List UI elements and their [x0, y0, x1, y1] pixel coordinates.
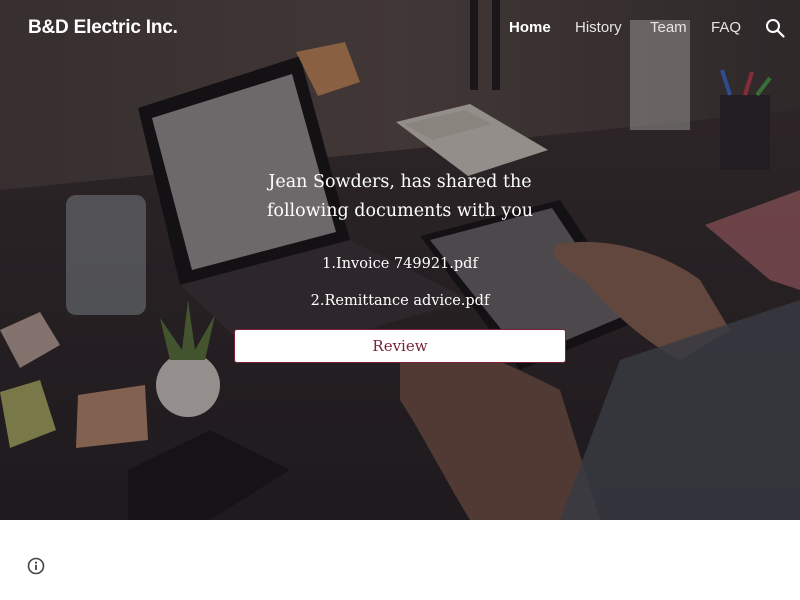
nav-link-team[interactable]: Team	[650, 19, 687, 36]
nav-link-home[interactable]: Home	[509, 19, 551, 36]
info-icon	[27, 557, 45, 575]
document-item-remittance: 2.Remittance advice.pdf	[310, 293, 490, 309]
nav-link-history[interactable]: History	[575, 19, 622, 36]
document-list: 1.Invoice 749921.pdf 2.Remittance advice…	[0, 254, 800, 311]
main-nav: Home History Team FAQ	[0, 19, 800, 39]
hero-section: B&D Electric Inc. Home History Team FAQ …	[0, 0, 800, 520]
document-item-invoice: 1.Invoice 749921.pdf	[322, 256, 478, 272]
search-button[interactable]	[764, 17, 786, 39]
review-button[interactable]: Review	[234, 329, 566, 363]
info-button[interactable]	[26, 556, 46, 576]
share-message: Jean Sowders, has shared the following d…	[0, 168, 800, 311]
search-icon	[766, 19, 785, 38]
nav-link-faq[interactable]: FAQ	[711, 19, 741, 36]
share-headline: Jean Sowders, has shared the following d…	[266, 172, 534, 221]
